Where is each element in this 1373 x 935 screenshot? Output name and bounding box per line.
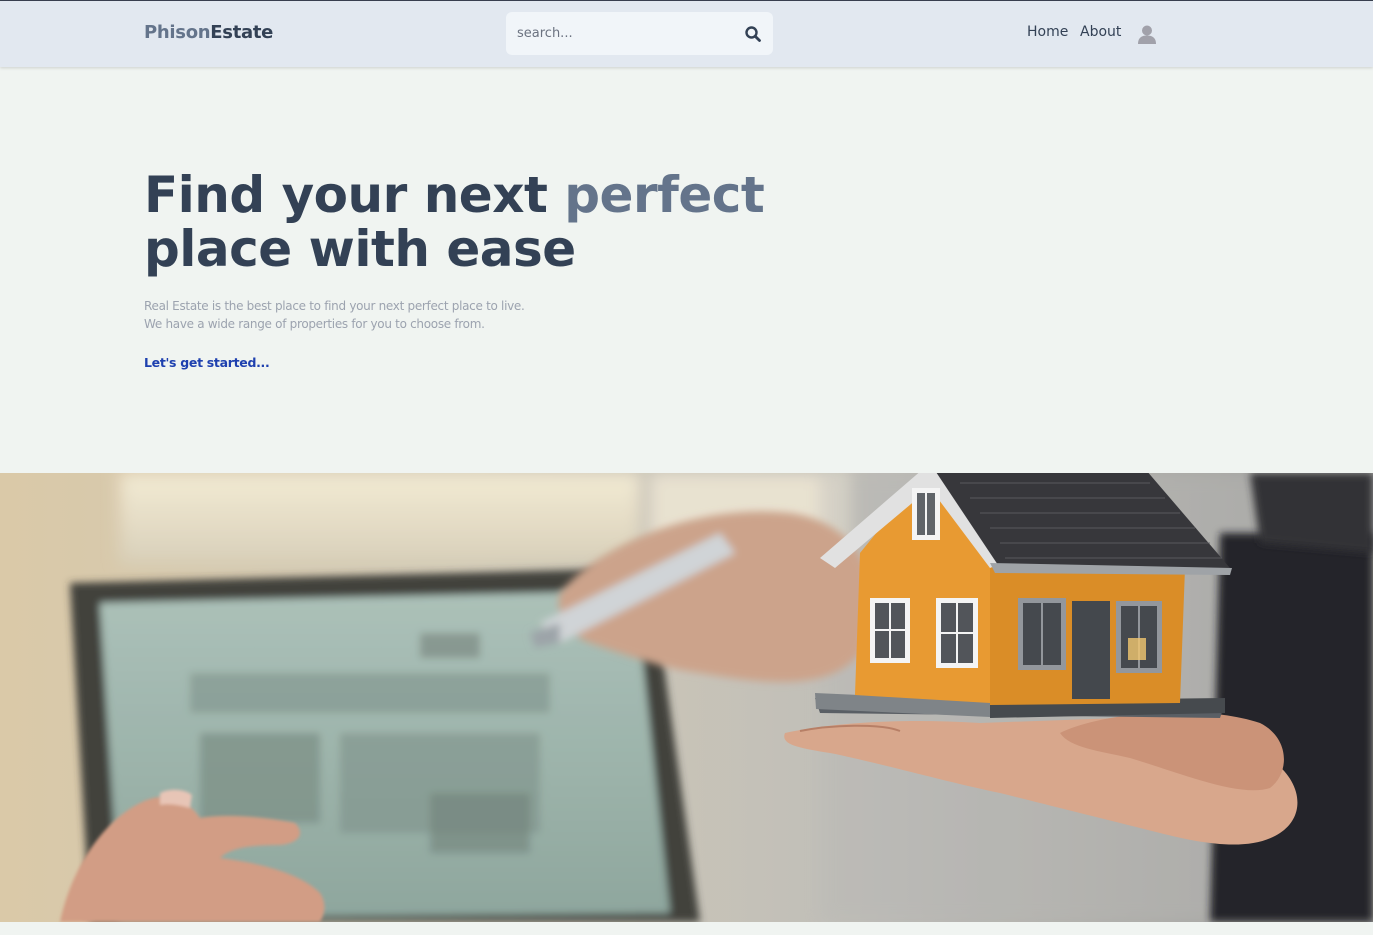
search-form xyxy=(506,12,773,55)
search-icon[interactable] xyxy=(744,25,762,43)
logo[interactable]: PhisonEstate xyxy=(144,22,273,43)
search-input[interactable] xyxy=(506,12,736,55)
get-started-link[interactable]: Let's get started... xyxy=(144,355,270,370)
bottom-strip xyxy=(0,922,1373,935)
hero-title-part1: Find your next xyxy=(144,166,565,224)
nav-about-link[interactable]: About xyxy=(1080,24,1121,40)
user-avatar-icon[interactable] xyxy=(1136,23,1158,45)
logo-part-phison: Phison xyxy=(144,22,211,43)
hero-desc-line1: Real Estate is the best place to find yo… xyxy=(144,299,525,313)
logo-part-estate: Estate xyxy=(210,22,274,43)
hero-title-part2: place with ease xyxy=(144,220,576,278)
header-bar: PhisonEstate Home About xyxy=(0,1,1373,67)
hero-title-accent: perfect xyxy=(564,166,765,224)
hero-title: Find your next perfect place with ease xyxy=(144,168,844,276)
nav-home-link[interactable]: Home xyxy=(1027,24,1068,40)
hero-desc-line2: We have a wide range of properties for y… xyxy=(144,317,485,331)
hero-description: Real Estate is the best place to find yo… xyxy=(144,297,564,333)
hero-image xyxy=(0,473,1373,922)
house-in-hand-photo xyxy=(0,473,1373,922)
